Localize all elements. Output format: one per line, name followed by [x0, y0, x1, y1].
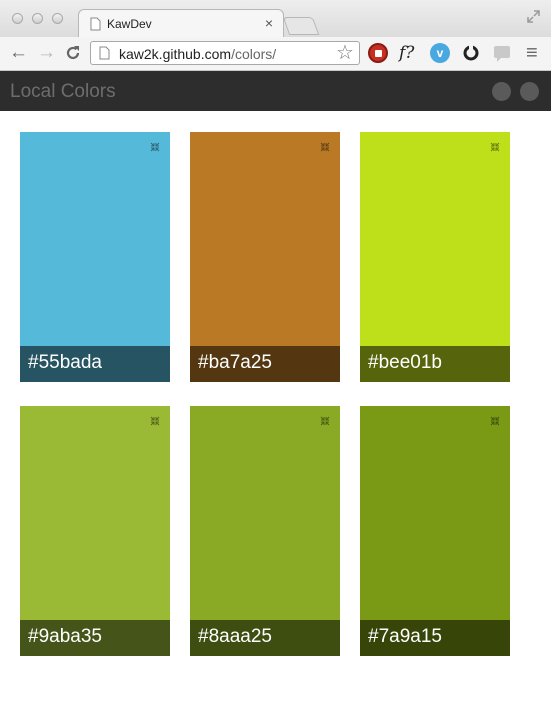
new-tab-button[interactable] — [282, 17, 320, 35]
color-hex-label: #7a9a15 — [360, 620, 510, 656]
collapse-icon[interactable] — [490, 416, 500, 426]
bookmark-star-icon[interactable]: ☆ — [336, 40, 354, 65]
color-swatch[interactable]: #9aba35 — [20, 406, 170, 656]
browser-tab[interactable]: KawDev × — [78, 9, 284, 38]
tab-title: KawDev — [107, 17, 152, 31]
url-text: kaw2k.github.com/colors/ — [119, 46, 276, 62]
reload-icon[interactable] — [65, 45, 81, 61]
collapse-icon[interactable] — [150, 142, 160, 152]
color-hex-label: #9aba35 — [20, 620, 170, 656]
color-hex-label: #8aaa25 — [190, 620, 340, 656]
collapse-icon[interactable] — [320, 142, 330, 152]
adblock-icon[interactable] — [368, 43, 388, 63]
collapse-icon[interactable] — [150, 416, 160, 426]
forward-button[interactable]: → — [37, 42, 56, 64]
url-path: /colors/ — [231, 46, 277, 62]
collapse-icon[interactable] — [320, 416, 330, 426]
color-swatch[interactable]: #7a9a15 — [360, 406, 510, 656]
page-title: Local Colors — [10, 81, 116, 102]
formula-extension-icon[interactable]: f? — [399, 43, 414, 63]
color-hex-label: #ba7a25 — [190, 346, 340, 382]
sync-extension-icon[interactable] — [462, 44, 480, 62]
color-hex-label: #bee01b — [360, 346, 510, 382]
app-header: Local Colors — [0, 71, 551, 111]
browser-titlebar: KawDev × — [0, 0, 551, 38]
notes-extension-icon[interactable] — [493, 44, 511, 62]
page-icon — [90, 17, 101, 31]
browser-toolbar: ← → kaw2k.github.com/colors/ ☆ f? v ≡ — [0, 37, 551, 71]
tab-close-icon[interactable]: × — [265, 15, 273, 31]
minimize-window-button[interactable] — [32, 13, 43, 24]
header-circle-button-1[interactable] — [492, 82, 511, 101]
color-swatch[interactable]: #8aaa25 — [190, 406, 340, 656]
address-bar[interactable]: kaw2k.github.com/colors/ — [90, 41, 360, 65]
header-circle-button-2[interactable] — [520, 82, 539, 101]
vimeo-extension-icon[interactable]: v — [430, 43, 450, 63]
color-swatch[interactable]: #ba7a25 — [190, 132, 340, 382]
color-swatch[interactable]: #55bada — [20, 132, 170, 382]
close-window-button[interactable] — [12, 13, 23, 24]
url-host: kaw2k.github.com — [119, 46, 232, 62]
zoom-window-button[interactable] — [52, 13, 63, 24]
page-icon — [99, 46, 110, 60]
menu-icon[interactable]: ≡ — [526, 42, 538, 65]
collapse-icon[interactable] — [490, 142, 500, 152]
fullscreen-icon[interactable] — [527, 10, 540, 23]
color-swatch[interactable]: #bee01b — [360, 132, 510, 382]
color-hex-label: #55bada — [20, 346, 170, 382]
back-button[interactable]: ← — [9, 42, 28, 64]
